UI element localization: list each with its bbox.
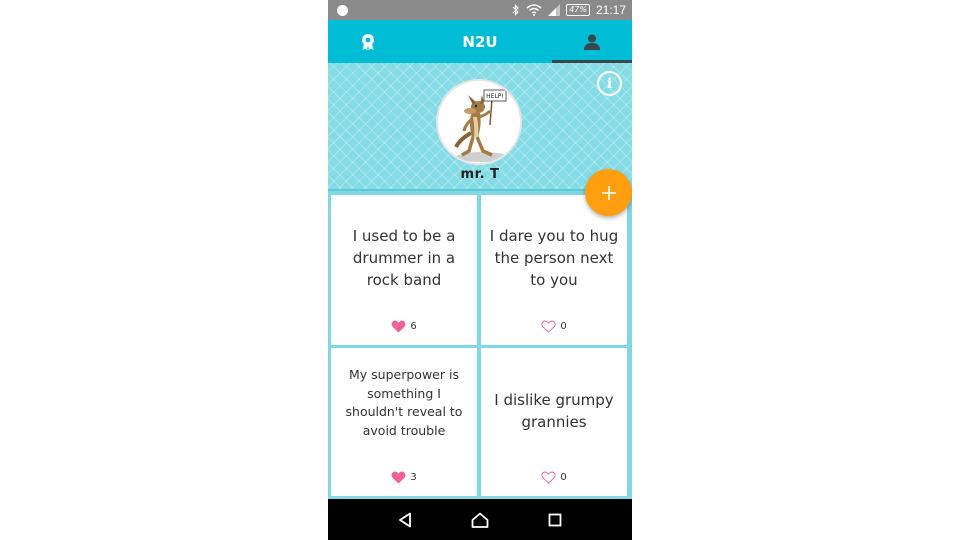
avatar-sign-text: HELP! (486, 93, 504, 100)
phone-screen: 47% 21:17 N2U i HELP! mr. T I used to be… (328, 0, 632, 540)
system-nav-bar (328, 499, 632, 540)
statement-card[interactable]: I dislike grumpy grannies 0 (481, 348, 627, 496)
cards-grid: I used to be a drummer in a rock band 6 … (328, 191, 632, 499)
status-bar: 47% 21:17 (328, 0, 632, 20)
username: mr. T (460, 167, 500, 182)
like-counter[interactable]: 0 (481, 320, 627, 333)
card-text: I used to be a drummer in a rock band (352, 226, 456, 289)
like-count: 3 (410, 472, 417, 483)
back-button[interactable] (394, 509, 416, 531)
like-count: 0 (560, 472, 567, 483)
profile-header: i HELP! mr. T (328, 63, 632, 191)
like-count: 6 (410, 321, 417, 332)
info-icon[interactable]: i (597, 71, 622, 96)
tab-badges[interactable] (328, 20, 408, 63)
add-card-button[interactable] (585, 169, 632, 216)
home-button[interactable] (469, 509, 491, 531)
like-counter[interactable]: 6 (331, 320, 477, 333)
statement-card[interactable]: I dare you to hug the person next to you… (481, 195, 627, 345)
app-bar: N2U (328, 20, 632, 63)
clock-time: 21:17 (595, 3, 626, 17)
person-icon (584, 34, 600, 50)
like-counter[interactable]: 0 (481, 471, 627, 484)
heart-filled-icon (391, 320, 406, 333)
tab-profile[interactable] (552, 20, 632, 63)
like-count: 0 (560, 321, 567, 332)
wifi-icon (526, 4, 542, 16)
coyote-avatar-image: HELP! (454, 89, 508, 162)
card-text: I dislike grumpy grannies (494, 390, 614, 431)
heart-filled-icon (391, 471, 406, 484)
statement-card[interactable]: I used to be a drummer in a rock band 6 (331, 195, 477, 345)
statement-card[interactable]: My superpower is something I shouldn't r… (331, 348, 477, 496)
notification-dot-icon (337, 4, 348, 16)
signal-icon (548, 4, 561, 16)
badge-icon (362, 33, 374, 50)
back-icon (399, 512, 412, 527)
card-text: My superpower is something I shouldn't r… (345, 367, 463, 438)
recents-icon (548, 513, 562, 526)
heart-outline-icon (541, 471, 556, 484)
heart-outline-icon (541, 320, 556, 333)
recents-button[interactable] (544, 509, 566, 531)
bluetooth-icon (512, 4, 520, 16)
battery-icon: 47% (566, 4, 590, 16)
avatar[interactable]: HELP! (436, 79, 522, 165)
plus-icon (601, 185, 616, 200)
like-counter[interactable]: 3 (331, 471, 477, 484)
home-icon (471, 512, 489, 528)
